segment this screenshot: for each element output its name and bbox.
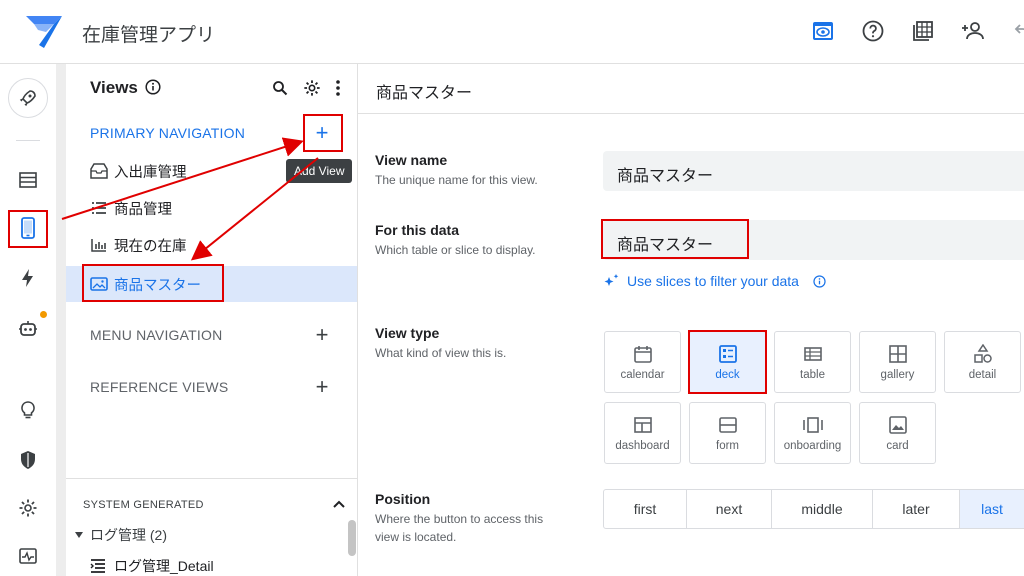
- table-copy-icon[interactable]: [910, 18, 936, 44]
- view-type-form[interactable]: form: [689, 402, 766, 464]
- slice-info-icon[interactable]: [813, 274, 826, 288]
- position-next[interactable]: next: [686, 489, 772, 529]
- system-item-label: ログ管理_Detail: [114, 558, 214, 574]
- inbox-icon: [90, 162, 108, 180]
- automation-bolt-icon[interactable]: [8, 258, 48, 298]
- calendar-icon: [633, 345, 652, 363]
- position-first[interactable]: first: [603, 489, 687, 529]
- system-item-log-detail[interactable]: ログ管理_Detail: [90, 556, 214, 576]
- bar-chart-icon: [90, 236, 108, 254]
- top-bar: 在庫管理アプリ: [0, 0, 1024, 64]
- view-type-label-calendar: calendar: [620, 368, 665, 381]
- position-later[interactable]: later: [872, 489, 960, 529]
- view-type-label-detail: detail: [968, 368, 997, 381]
- annotation-box-deck: [688, 330, 767, 394]
- nav-item-label: 商品管理: [114, 201, 172, 218]
- system-divider: [66, 478, 358, 479]
- nav-item-label: 入出庫管理: [114, 164, 187, 181]
- view-type-calendar[interactable]: calendar: [604, 331, 681, 393]
- view-type-table[interactable]: table: [774, 331, 851, 393]
- collapse-chevron-icon[interactable]: [332, 498, 346, 510]
- for-this-data-desc: Which table or slice to display.: [375, 243, 536, 257]
- settings-gear-icon[interactable]: [8, 488, 48, 528]
- view-type-label-card: card: [886, 439, 909, 452]
- position-middle[interactable]: middle: [771, 489, 873, 529]
- form-icon: [718, 416, 737, 433]
- annotation-box-views-rail: [8, 210, 48, 248]
- data-table-icon[interactable]: [8, 160, 48, 200]
- rail-separator: [56, 64, 66, 576]
- primary-navigation-title: PRIMARY NAVIGATION: [90, 125, 246, 141]
- view-type-card[interactable]: card: [859, 402, 936, 464]
- for-this-data-label: For this data: [375, 222, 460, 238]
- lightbulb-icon[interactable]: [8, 390, 48, 430]
- nav-item-genzai-zaiko[interactable]: 現在の在庫: [66, 227, 357, 263]
- left-rail: [0, 64, 56, 576]
- shapes-icon: [973, 343, 992, 363]
- add-view-tooltip: Add View: [286, 159, 353, 183]
- detail-list-icon: [90, 559, 105, 573]
- search-icon[interactable]: [270, 78, 290, 98]
- system-generated-title: SYSTEM GENERATED: [83, 499, 204, 511]
- view-type-desc: What kind of view this is.: [375, 346, 507, 360]
- editor-title: 商品マスター: [376, 85, 473, 102]
- system-group-label: ログ管理 (2): [90, 527, 167, 543]
- editor-header: 商品マスター: [358, 64, 1024, 114]
- view-name-input[interactable]: 商品マスター: [603, 151, 1024, 191]
- nav-item-shohin-kanri[interactable]: 商品管理: [66, 190, 357, 226]
- view-type-label-table: table: [800, 368, 825, 381]
- view-type-gallery[interactable]: gallery: [859, 331, 936, 393]
- help-icon[interactable]: [860, 18, 886, 44]
- appsheet-logo-icon: [24, 14, 64, 50]
- nav-item-label: 現在の在庫: [114, 238, 187, 255]
- add-reference-view-button[interactable]: +: [310, 374, 334, 399]
- menu-navigation-title: MENU NAVIGATION: [90, 327, 223, 343]
- list-icon: [90, 199, 108, 217]
- annotation-box-data-source: [601, 219, 749, 259]
- views-settings-gear-icon[interactable]: [302, 78, 322, 98]
- expand-arrow-icon: [75, 532, 83, 538]
- view-name-label: View name: [375, 152, 448, 168]
- add-menu-view-button[interactable]: +: [310, 322, 334, 347]
- view-type-label-dashboard: dashboard: [615, 439, 670, 452]
- view-type-detail[interactable]: detail: [944, 331, 1021, 393]
- use-slices-link[interactable]: Use slices to filter your data: [603, 273, 826, 289]
- undo-icon[interactable]: [1008, 18, 1024, 44]
- more-vert-icon[interactable]: [328, 78, 348, 98]
- sparkle-icon: [604, 274, 619, 286]
- dashboard-icon: [633, 416, 652, 433]
- rail-divider: [16, 140, 40, 141]
- view-type-label: View type: [375, 325, 440, 341]
- use-slices-label: Use slices to filter your data: [627, 273, 799, 289]
- view-name-desc: The unique name for this view.: [375, 173, 538, 187]
- position-last[interactable]: last: [959, 489, 1024, 529]
- security-shield-icon[interactable]: [8, 440, 48, 480]
- app-title: 在庫管理アプリ: [82, 25, 216, 46]
- rocket-icon[interactable]: [8, 78, 48, 118]
- view-type-onboarding[interactable]: onboarding: [774, 402, 851, 464]
- view-type-label-onboarding: onboarding: [783, 439, 842, 452]
- view-type-label-gallery: gallery: [880, 368, 915, 381]
- views-header: Views: [90, 78, 161, 98]
- gallery-icon: [888, 344, 907, 363]
- views-header-label: Views: [90, 78, 138, 97]
- info-icon[interactable]: [145, 79, 161, 95]
- reference-views-title: REFERENCE VIEWS: [90, 379, 229, 395]
- carousel-icon: [802, 416, 823, 433]
- view-type-dashboard[interactable]: dashboard: [604, 402, 681, 464]
- position-desc: Where the button to access this view is …: [375, 512, 544, 544]
- system-group-log[interactable]: ログ管理 (2): [74, 525, 167, 545]
- add-person-icon[interactable]: [960, 18, 986, 44]
- annotation-box-add-view: [303, 114, 343, 152]
- card-image-icon: [888, 415, 907, 434]
- monitor-pulse-icon[interactable]: [8, 536, 48, 576]
- view-type-label-form: form: [716, 439, 739, 452]
- position-label: Position: [375, 491, 431, 507]
- views-scrollbar[interactable]: [348, 520, 356, 556]
- preview-icon[interactable]: [810, 18, 836, 44]
- table-icon: [803, 346, 822, 361]
- notification-dot: [40, 311, 47, 318]
- annotation-box-selected-view: [82, 264, 224, 302]
